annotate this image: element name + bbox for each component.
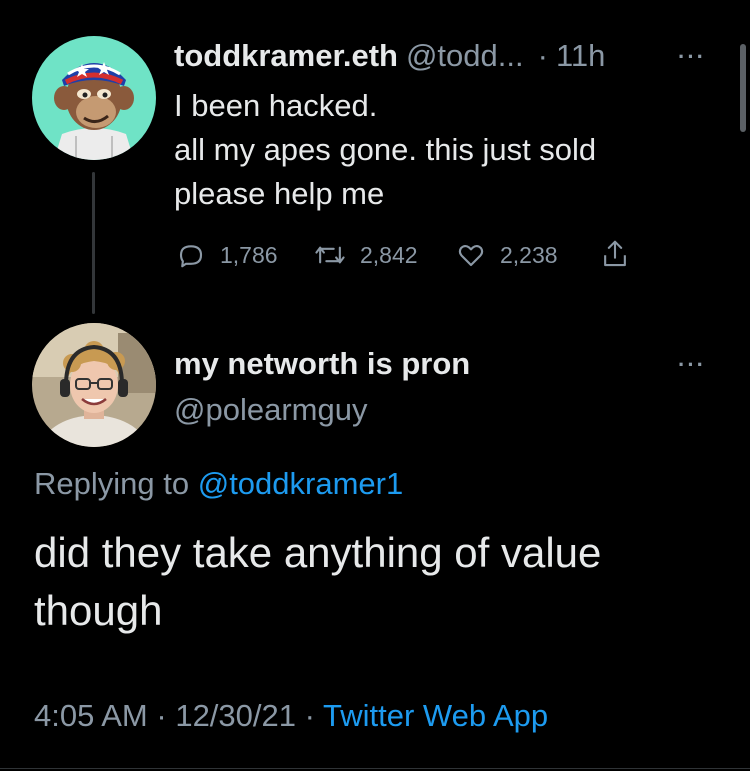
timestamp[interactable]: 11h xyxy=(556,38,605,74)
reply-action[interactable]: 1,786 xyxy=(176,240,278,270)
share-icon xyxy=(604,240,626,267)
heart-icon xyxy=(458,245,484,267)
tweet-time[interactable]: 4:05 AM xyxy=(34,698,148,733)
thread-connector-line xyxy=(92,172,95,314)
tweet-source-link[interactable]: Twitter Web App xyxy=(323,698,548,733)
display-name[interactable]: toddkramer.eth xyxy=(174,38,398,74)
user-handle[interactable]: @todd... xyxy=(406,38,524,74)
avatar-toddkramer[interactable] xyxy=(32,36,156,160)
retweet-icon xyxy=(315,246,345,264)
retweet-count: 2,842 xyxy=(360,241,418,268)
reply-user-handle[interactable]: @polearmguy xyxy=(174,392,367,428)
tweet-date[interactable]: 12/30/21 xyxy=(175,698,296,733)
tweet-header: toddkramer.eth @todd... · 11h xyxy=(174,38,605,74)
more-options-button[interactable]: ··· xyxy=(678,44,706,70)
meta-separator-2: · xyxy=(304,698,315,733)
replying-to-mention-link[interactable]: @toddkramer1 xyxy=(198,466,404,501)
tweet-metadata: 4:05 AM · 12/30/21 · Twitter Web App xyxy=(34,698,548,734)
like-action[interactable]: 2,238 xyxy=(456,240,558,270)
reply-icon xyxy=(179,245,203,268)
meta-separator: · xyxy=(156,698,167,733)
avatar-polearmguy[interactable] xyxy=(32,323,156,447)
replying-to-line: Replying to @toddkramer1 xyxy=(34,466,403,502)
like-count: 2,238 xyxy=(500,241,558,268)
tweet-text: I been hacked. all my apes gone. this ju… xyxy=(174,88,597,211)
profile-photo-image xyxy=(32,323,156,447)
retweet-action[interactable]: 2,842 xyxy=(314,240,418,270)
share-action[interactable] xyxy=(600,238,630,270)
divider xyxy=(0,768,750,769)
replying-to-prefix: Replying to xyxy=(34,466,190,501)
reply-more-options-button[interactable]: ··· xyxy=(678,352,706,378)
reply-display-name[interactable]: my networth is pron xyxy=(174,346,470,382)
scrollbar[interactable] xyxy=(740,44,746,132)
dot-separator: · xyxy=(537,38,548,73)
reply-tweet-text: did they take anything of value though xyxy=(34,529,602,634)
bored-ape-avatar-image xyxy=(32,36,156,160)
reply-count: 1,786 xyxy=(220,241,278,268)
